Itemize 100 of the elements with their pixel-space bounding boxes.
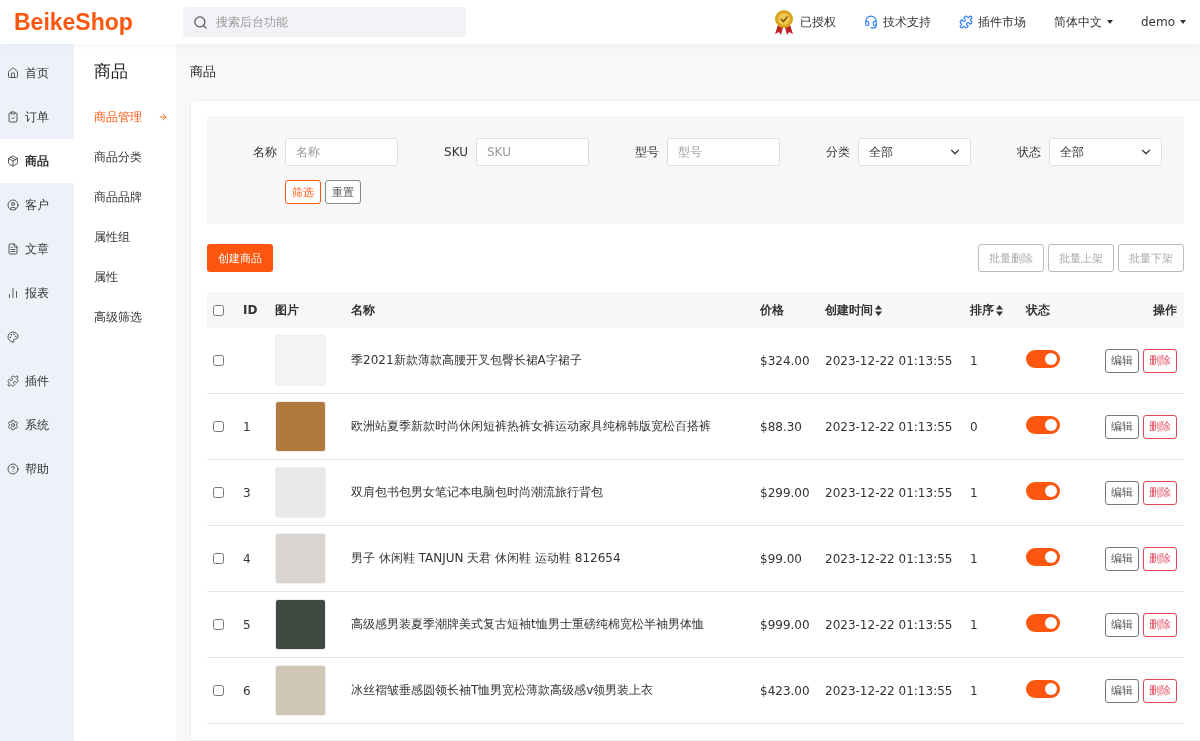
column-header[interactable]: 排序 [963, 301, 1019, 319]
sidebar-item[interactable]: 客户 [0, 183, 74, 227]
table-cell-text: 2023-12-22 01:13:55 [824, 683, 954, 698]
filter-select[interactable]: 全部 [858, 138, 971, 166]
table-cell-text: $88.30 [759, 419, 803, 434]
user-icon [7, 199, 19, 211]
sidebar-item[interactable]: 商品 [0, 139, 74, 183]
sidebar-item[interactable]: 订单 [0, 95, 74, 139]
row-checkbox[interactable] [213, 421, 224, 432]
reset-button[interactable]: 重置 [325, 180, 361, 204]
status-toggle[interactable] [1026, 680, 1060, 698]
table-cell-text: 1 [969, 353, 979, 368]
filter-label: 名称 [252, 143, 277, 161]
dropdown-link[interactable]: 简体中文 [1053, 13, 1113, 31]
puzzle-icon [958, 15, 973, 29]
delete-button[interactable]: 删除 [1143, 414, 1177, 439]
submenu-item[interactable]: 属性 [94, 257, 176, 297]
sidebar-item[interactable]: 帮助 [0, 447, 74, 491]
home-icon [7, 67, 19, 79]
sidebar-item[interactable]: 插件 [0, 359, 74, 403]
status-toggle[interactable] [1026, 614, 1060, 632]
header-link[interactable]: 技术支持 [863, 13, 931, 31]
dropdown-link[interactable]: demo [1140, 15, 1186, 29]
search-icon [193, 14, 208, 30]
select-all-checkbox[interactable] [213, 304, 224, 316]
edit-button[interactable]: 编辑 [1105, 546, 1139, 571]
sidebar-item[interactable]: 首页 [0, 51, 74, 95]
table-cell-text: $423.00 [759, 683, 811, 698]
table-cell-text: $324.00 [759, 353, 811, 368]
filter-input[interactable]: 名称 [285, 138, 398, 166]
headset-icon [863, 15, 878, 29]
row-checkbox[interactable] [213, 355, 224, 366]
table-cell-text: 2023-12-22 01:13:55 [824, 617, 954, 632]
table-cell-text: 2023-12-22 01:13:55 [824, 485, 954, 500]
table-cell-text: 男子 休闲鞋 TANJUN 天君 休闲鞋 运动鞋 812654 [350, 550, 622, 567]
table-cell-text: 0 [969, 419, 979, 434]
page-title: 商品 [190, 63, 217, 81]
submenu-item[interactable]: 商品品牌 [94, 177, 176, 217]
submenu-item[interactable]: 商品分类 [94, 137, 176, 177]
table-cell-text: 1 [969, 683, 979, 698]
status-toggle[interactable] [1026, 482, 1060, 500]
caret-icon [1106, 20, 1113, 24]
table-cell-text: 6 [242, 683, 252, 698]
column-header: 图片 [274, 301, 300, 319]
edit-button[interactable]: 编辑 [1105, 480, 1139, 505]
column-header[interactable]: 创建时间 [818, 301, 963, 319]
row-checkbox[interactable] [213, 487, 224, 498]
submenu-item[interactable]: 高级筛选 [94, 297, 176, 337]
palette-icon [7, 331, 19, 343]
bar-chart-icon [7, 287, 19, 299]
submenu-title: 商品 [94, 60, 129, 83]
sidebar-item[interactable]: 报表 [0, 271, 74, 315]
filter-input[interactable]: SKU [476, 138, 589, 166]
filter-input[interactable]: 型号 [667, 138, 780, 166]
delete-button[interactable]: 删除 [1143, 348, 1177, 373]
submenu-item[interactable]: 属性组 [94, 217, 176, 257]
column-header: 操作 [1152, 301, 1178, 319]
settings-icon [7, 419, 19, 431]
edit-button[interactable]: 编辑 [1105, 348, 1139, 373]
filter-label: SKU [443, 145, 468, 159]
puzzle-icon [7, 375, 19, 387]
delete-button[interactable]: 删除 [1143, 480, 1177, 505]
filter-label: 分类 [825, 143, 850, 161]
delete-button[interactable]: 删除 [1143, 612, 1177, 637]
column-header: 名称 [350, 301, 376, 319]
status-toggle[interactable] [1026, 416, 1060, 434]
sidebar-item[interactable]: 文章 [0, 227, 74, 271]
table-cell-text: 2023-12-22 01:13:55 [824, 419, 954, 434]
table-cell-text: 2023-12-22 01:13:55 [824, 551, 954, 566]
sort-icon [996, 304, 1003, 316]
table-cell-text: 1 [969, 485, 979, 500]
table-cell-text: $999.00 [759, 617, 811, 632]
table-cell-text: $299.00 [759, 485, 811, 500]
table-cell-text: 季2021新款薄款高腰开叉包臀长裙A字裙子 [350, 352, 583, 369]
status-toggle[interactable] [1026, 350, 1060, 368]
table-cell-text: 冰丝褶皱垂感圆领长袖T恤男宽松薄款高级感v领男装上衣 [350, 682, 655, 699]
table-cell-text: 1 [242, 419, 252, 434]
sort-icon [875, 304, 882, 316]
edit-button[interactable]: 编辑 [1105, 678, 1139, 703]
row-checkbox[interactable] [213, 685, 224, 696]
medal-icon [772, 9, 795, 35]
filter-label: 型号 [634, 143, 659, 161]
delete-button[interactable]: 删除 [1143, 678, 1177, 703]
delete-button[interactable]: 删除 [1143, 546, 1177, 571]
edit-button[interactable]: 编辑 [1105, 414, 1139, 439]
header-link[interactable]: 插件市场 [958, 13, 1026, 31]
filter-select[interactable]: 全部 [1049, 138, 1162, 166]
table-cell-text: 1 [969, 551, 979, 566]
row-checkbox[interactable] [213, 619, 224, 630]
sidebar-item[interactable]: 系统 [0, 403, 74, 447]
table-cell-text: 1 [969, 617, 979, 632]
table-cell-text: 双肩包书包男女笔记本电脑包时尚潮流旅行背包 [350, 484, 604, 501]
status-toggle[interactable] [1026, 548, 1060, 566]
header-link[interactable]: 已授权 [772, 9, 836, 35]
column-header: ID [242, 303, 259, 317]
table-cell-text: $99.00 [759, 551, 803, 566]
table-cell-text: 4 [242, 551, 252, 566]
row-checkbox[interactable] [213, 553, 224, 564]
help-icon [7, 463, 19, 475]
edit-button[interactable]: 编辑 [1105, 612, 1139, 637]
